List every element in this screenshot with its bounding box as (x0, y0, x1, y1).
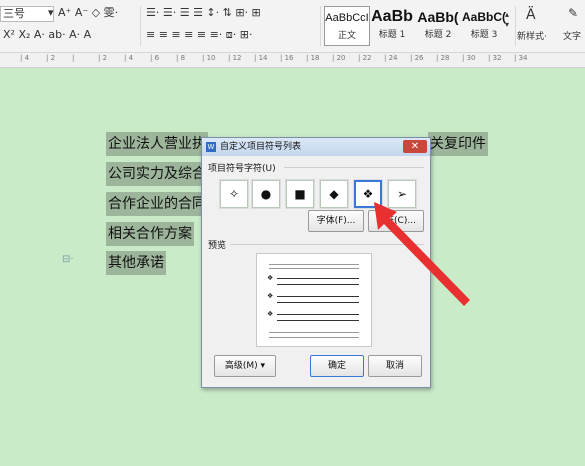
style-heading-3[interactable]: AaBbC( 标题 3 (462, 6, 506, 44)
ruler-tick: | 12 (228, 54, 242, 62)
bullet-option-arrow[interactable]: ➢ (387, 179, 417, 209)
bullet-option-quad-diamond[interactable]: ❖ (353, 179, 383, 209)
ruler-tick: | 6 (150, 54, 160, 62)
bullet-option-diamond[interactable]: ◆ (319, 179, 349, 209)
dialog-title: 自定义项目符号列表 (220, 142, 302, 152)
font-effects-tools[interactable]: X² X₂ A· ab· A· A (3, 26, 91, 44)
text-tool-icon[interactable]: ✎ (568, 4, 578, 22)
doc-line-4[interactable]: 相关合作方案 (106, 222, 194, 246)
close-icon[interactable]: ✕ (403, 140, 427, 153)
doc-line-1[interactable]: 企业法人营业执 (106, 132, 208, 156)
bullet-option-square[interactable]: ■ (285, 179, 315, 209)
styles-scroll-arrows[interactable]: ▴ ▾ (505, 10, 509, 29)
ribbon-toolbar: 三号 ▾ A⁺ A⁻ ◇ 雯· X² X₂ A· ab· A· A ☰· ☰· … (0, 0, 585, 53)
ruler-tick: | 2 (98, 54, 108, 62)
ruler-tick: | 28 (436, 54, 450, 62)
ruler-tick: | 4 (20, 54, 30, 62)
font-size-dropdown[interactable]: ▾ (48, 4, 54, 22)
advanced-button[interactable]: 高级(M) ▾ (214, 355, 276, 377)
paragraph-tools-row1[interactable]: ☰· ☰· ☰ ☰ ↕· ⇅ ⊞· ⊞ (146, 4, 261, 22)
ruler-tick: | 14 (254, 54, 268, 62)
ruler-tick: | 10 (202, 54, 216, 62)
bullet-list-dialog: W 自定义项目符号列表 ✕ 项目符号字符(U) ✧ ● ■ ◆ ❖ ➢ 字体(F… (201, 137, 431, 388)
bullet-option-star[interactable]: ✧ (219, 179, 249, 209)
new-style-icon[interactable]: Ä (526, 6, 536, 24)
style-heading-1[interactable]: AaBb 标题 1 (370, 6, 414, 44)
ruler-tick: | (72, 54, 75, 62)
ok-button[interactable]: 确定 (310, 355, 364, 377)
preview-bullet-icon: ❖ (267, 292, 274, 300)
ruler-tick: | 32 (488, 54, 502, 62)
ruler-tick: | 24 (384, 54, 398, 62)
font-button[interactable]: 字体(F)... (308, 210, 364, 232)
horizontal-ruler[interactable]: | 4 | 2 | | 2 | 4 | 6 | 8 | 10 | 12 | 14 | 16 | 18… (0, 53, 585, 68)
doc-line-1-right[interactable]: 关复印件 (428, 132, 488, 156)
wps-app-icon: W (206, 142, 216, 152)
ruler-tick: | 30 (462, 54, 476, 62)
character-button[interactable]: 字符(C)... (368, 210, 424, 232)
doc-line-2[interactable]: 公司实力及综合 (106, 162, 208, 186)
bullet-char-group-label: 项目符号字符(U) (208, 164, 276, 174)
ruler-tick: | 20 (332, 54, 346, 62)
bullet-option-circle[interactable]: ● (251, 179, 281, 209)
ruler-tick: | 26 (410, 54, 424, 62)
style-heading-2[interactable]: AaBb( 标题 2 (416, 6, 460, 44)
ruler-tick: | 2 (46, 54, 56, 62)
ruler-tick: | 16 (280, 54, 294, 62)
preview-label: 预览 (208, 241, 227, 251)
ruler-tick: | 18 (306, 54, 320, 62)
font-size-select[interactable]: 三号 (0, 6, 54, 22)
cancel-button[interactable]: 取消 (368, 355, 422, 377)
text-tool-button[interactable]: 文字 (563, 28, 581, 46)
bullet-preview-box: ❖ ❖ ❖ (256, 253, 372, 347)
style-normal[interactable]: AaBbCcI 正文 (324, 6, 370, 46)
new-style-button[interactable]: 新样式· (517, 28, 547, 46)
font-format-tools[interactable]: A⁺ A⁻ ◇ 雯· (58, 4, 118, 22)
doc-line-5[interactable]: 其他承诺 (106, 251, 166, 275)
ruler-tick: | 22 (358, 54, 372, 62)
paragraph-marker-icon[interactable]: ⊟· (62, 254, 74, 265)
doc-line-3[interactable]: 合作企业的合同 (106, 192, 208, 216)
ruler-tick: | 34 (514, 54, 528, 62)
preview-bullet-icon: ❖ (267, 274, 274, 282)
paragraph-tools-row2[interactable]: ≡ ≡ ≡ ≡ ≡ ≡· ⧈· ⊞· (146, 26, 252, 44)
preview-bullet-icon: ❖ (267, 310, 274, 318)
ruler-tick: | 8 (176, 54, 186, 62)
ruler-tick: | 4 (124, 54, 134, 62)
dialog-title-bar[interactable]: W 自定义项目符号列表 ✕ (202, 138, 430, 156)
